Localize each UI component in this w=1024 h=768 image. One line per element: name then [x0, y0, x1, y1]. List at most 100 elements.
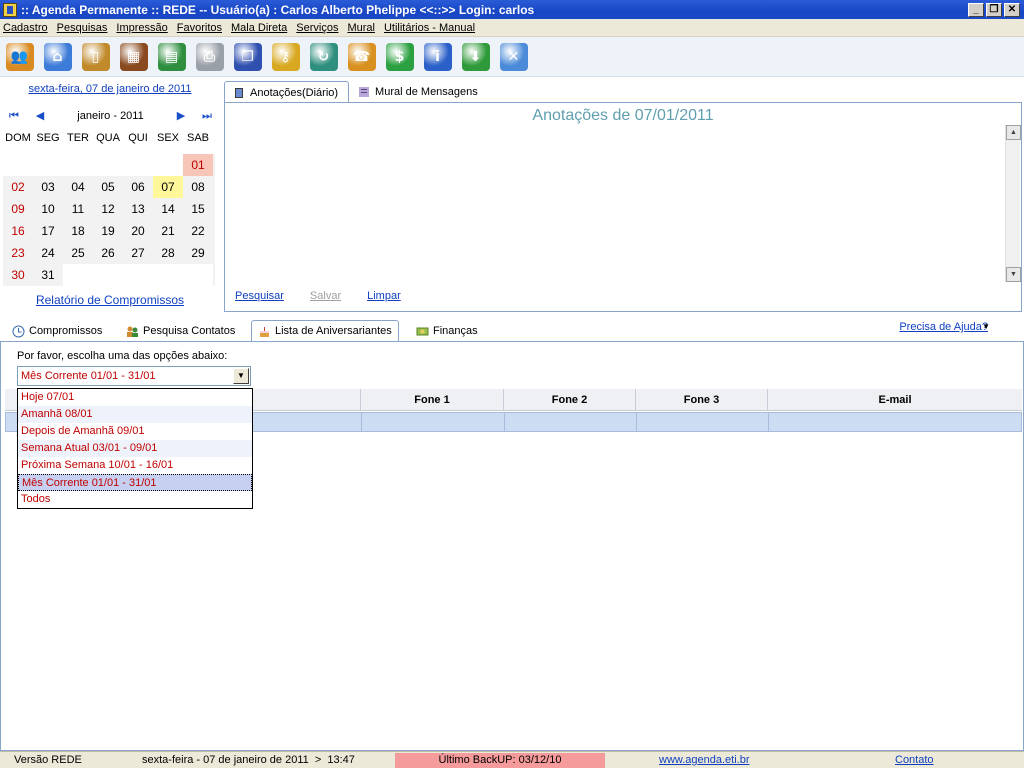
- first-month-icon[interactable]: ⏮: [8, 110, 20, 122]
- report-link[interactable]: Relatório de Compromissos: [0, 293, 220, 307]
- prev-month-icon[interactable]: ◀: [34, 110, 46, 122]
- info-button[interactable]: i: [421, 41, 454, 73]
- calendar-day[interactable]: 23: [3, 242, 33, 264]
- calendar-day[interactable]: 04: [63, 176, 93, 198]
- agenda-book-button[interactable]: ▤: [155, 41, 188, 73]
- refresh-icon: ↻: [309, 42, 338, 71]
- calendar-day[interactable]: 09: [3, 198, 33, 220]
- calendar-day[interactable]: 22: [183, 220, 213, 242]
- download-globe-button[interactable]: ⬇: [459, 41, 492, 73]
- tab-financas[interactable]: Finanças: [410, 320, 484, 342]
- calendar-empty-cell: [63, 264, 93, 286]
- calendar-day[interactable]: 10: [33, 198, 63, 220]
- calendar-day[interactable]: 28: [153, 242, 183, 264]
- current-date-link[interactable]: sexta-feira, 07 de janeiro de 2011: [0, 83, 220, 95]
- printer-button[interactable]: ⎙: [193, 41, 226, 73]
- option-semana-atual[interactable]: Semana Atual 03/01 - 09/01: [18, 440, 252, 457]
- calendar-day[interactable]: 26: [93, 242, 123, 264]
- windows-button[interactable]: ❐: [231, 41, 264, 73]
- scroll-up-icon[interactable]: ▲: [1006, 125, 1021, 140]
- maximize-button[interactable]: ❐: [986, 2, 1002, 17]
- notes-scrollbar[interactable]: ▲ ▼: [1005, 125, 1021, 282]
- col-email-header[interactable]: E-mail: [767, 389, 1022, 411]
- menu-bar: Cadastro Pesquisas Impressão Favoritos M…: [0, 19, 1024, 37]
- option-hoje[interactable]: Hoje 07/01: [18, 389, 252, 406]
- search-notes-link[interactable]: Pesquisar: [235, 290, 284, 302]
- minimize-button[interactable]: _: [968, 2, 984, 17]
- contacts-button[interactable]: 👥: [3, 41, 36, 73]
- scroll-down-icon[interactable]: ▼: [1006, 267, 1021, 282]
- col-fone1-header[interactable]: Fone 1: [360, 389, 503, 411]
- tab-aniversariantes[interactable]: Lista de Aniversariantes: [251, 320, 399, 342]
- calendar-day[interactable]: 07: [153, 176, 183, 198]
- phone-button[interactable]: ☎: [345, 41, 378, 73]
- book-button[interactable]: ▯: [79, 41, 112, 73]
- key-button[interactable]: ⚷: [269, 41, 302, 73]
- next-month-icon[interactable]: ▶: [175, 110, 187, 122]
- weekday-label: DOM: [5, 132, 31, 144]
- clear-notes-link[interactable]: Limpar: [367, 290, 401, 302]
- calendar-day[interactable]: 17: [33, 220, 63, 242]
- calendar-day[interactable]: 13: [123, 198, 153, 220]
- tab-anotacoes[interactable]: Anotações(Diário): [224, 81, 350, 103]
- option-amanha[interactable]: Amanhã 08/01: [18, 406, 252, 423]
- calendar-day[interactable]: 21: [153, 220, 183, 242]
- help-link[interactable]: Precisa de Ajuda?: [899, 321, 988, 333]
- calendar-day[interactable]: 29: [183, 242, 213, 264]
- calendar-day[interactable]: 06: [123, 176, 153, 198]
- option-mes-corrente[interactable]: Mês Corrente 01/01 - 31/01: [18, 474, 252, 491]
- notes-textarea[interactable]: [225, 125, 1007, 282]
- menu-mural[interactable]: Mural: [347, 22, 375, 34]
- notebook-icon: [235, 87, 243, 98]
- menu-favoritos[interactable]: Favoritos: [177, 22, 222, 34]
- website-link[interactable]: www.agenda.eti.br: [659, 754, 750, 766]
- calendar-day[interactable]: 31: [33, 264, 63, 286]
- option-depois-amanha[interactable]: Depois de Amanhã 09/01: [18, 423, 252, 440]
- calendar-day[interactable]: 01: [183, 154, 213, 176]
- option-todos[interactable]: Todos: [18, 491, 252, 508]
- menu-impressao[interactable]: Impressão: [116, 22, 167, 34]
- calendar-day[interactable]: 12: [93, 198, 123, 220]
- period-select[interactable]: Mês Corrente 01/01 - 31/01 ▼: [17, 366, 251, 386]
- calendar-day[interactable]: 08: [183, 176, 213, 198]
- notes-title: Anotações de 07/01/2011: [532, 107, 714, 124]
- calendar-empty-cell: [123, 154, 153, 176]
- calendar-day[interactable]: 18: [63, 220, 93, 242]
- col-fone2-header[interactable]: Fone 2: [503, 389, 635, 411]
- calendar-day[interactable]: 27: [123, 242, 153, 264]
- close-window-button[interactable]: ✕: [497, 41, 530, 73]
- calendar-button[interactable]: ▦: [117, 41, 150, 73]
- calendar-day[interactable]: 15: [183, 198, 213, 220]
- contact-link[interactable]: Contato: [895, 754, 934, 766]
- calendar-day[interactable]: 16: [3, 220, 33, 242]
- calendar-day[interactable]: 20: [123, 220, 153, 242]
- col-fone3-header[interactable]: Fone 3: [635, 389, 767, 411]
- option-proxima-semana[interactable]: Próxima Semana 10/01 - 16/01: [18, 457, 252, 474]
- menu-utilitarios[interactable]: Utilitários - Manual: [384, 22, 475, 34]
- tab-pesquisa-contatos[interactable]: Pesquisa Contatos: [120, 320, 241, 342]
- menu-servicos[interactable]: Serviços: [296, 22, 338, 34]
- menu-cadastro[interactable]: Cadastro: [3, 22, 48, 34]
- calendar-day[interactable]: 19: [93, 220, 123, 242]
- money-button[interactable]: $: [383, 41, 416, 73]
- calendar-day[interactable]: 14: [153, 198, 183, 220]
- tab-compromissos[interactable]: Compromissos: [6, 320, 108, 342]
- calendar-day[interactable]: 24: [33, 242, 63, 264]
- calendar-day[interactable]: 03: [33, 176, 63, 198]
- home-button[interactable]: ⌂: [41, 41, 74, 73]
- close-button[interactable]: ✕: [1004, 2, 1020, 17]
- calendar-day[interactable]: 30: [3, 264, 33, 286]
- last-month-icon[interactable]: ⏭: [201, 110, 213, 122]
- calendar-day[interactable]: 11: [63, 198, 93, 220]
- refresh-button[interactable]: ↻: [307, 41, 340, 73]
- contacts-icon: 👥: [5, 42, 34, 71]
- weekday-label: TER: [67, 132, 89, 144]
- calendar-day[interactable]: 02: [3, 176, 33, 198]
- menu-pesquisas[interactable]: Pesquisas: [57, 22, 108, 34]
- calendar-day[interactable]: 25: [63, 242, 93, 264]
- tab-mural[interactable]: Mural de Mensagens: [349, 81, 489, 103]
- calendar-day[interactable]: 05: [93, 176, 123, 198]
- chevron-down-icon[interactable]: ▼: [233, 368, 249, 384]
- menu-mala-direta[interactable]: Mala Direta: [231, 22, 287, 34]
- help-dropdown-icon[interactable]: ▼: [982, 322, 990, 331]
